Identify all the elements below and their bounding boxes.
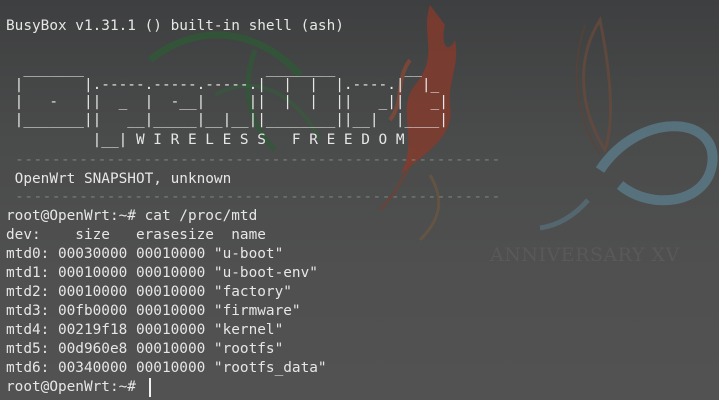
mtd-row: mtd3: 00fb0000 00010000 "firmware": [6, 303, 301, 319]
text-cursor: [149, 378, 151, 397]
mtd-table-header: dev: size erasesize name: [6, 227, 266, 243]
openwrt-version-line: OpenWrt SNAPSHOT, unknown: [6, 171, 232, 187]
banner-tagline: |__| W I R E L E S S F R E E D O M: [6, 132, 405, 148]
mtd-row: mtd2: 00010000 00010000 "factory": [6, 284, 292, 300]
mtd-row: mtd5: 00d960e8 00010000 "rootfs": [6, 341, 284, 357]
banner-line-1: _______ ________ __: [6, 61, 422, 77]
mtd-row: mtd6: 00340000 00010000 "rootfs_data": [6, 360, 327, 376]
banner-line-4: |_______|| __|_____|__|__||________||__|…: [6, 112, 448, 128]
banner-line-2: | |.-----.-----.-----.| | | |.----.| |_: [6, 77, 440, 93]
command-line: root@OpenWrt:~# cat /proc/mtd: [6, 208, 258, 224]
mtd-row: mtd0: 00030000 00010000 "u-boot": [6, 246, 284, 262]
banner-divider-top: ----------------------------------------…: [6, 152, 501, 168]
mtd-row: mtd4: 00219f18 00010000 "kernel": [6, 322, 284, 338]
terminal-window[interactable]: BusyBox v1.31.1 () built-in shell (ash) …: [0, 0, 719, 400]
shell-prompt[interactable]: root@OpenWrt:~#: [6, 378, 145, 396]
mtd-row: mtd1: 00010000 00010000 "u-boot-env": [6, 265, 318, 281]
banner-line-3: | - || _ | -__| || | | || _|| _|: [6, 94, 448, 110]
banner-divider-bottom: ----------------------------------------…: [6, 189, 501, 205]
shell-version-line: BusyBox v1.31.1 () built-in shell (ash): [6, 18, 344, 34]
